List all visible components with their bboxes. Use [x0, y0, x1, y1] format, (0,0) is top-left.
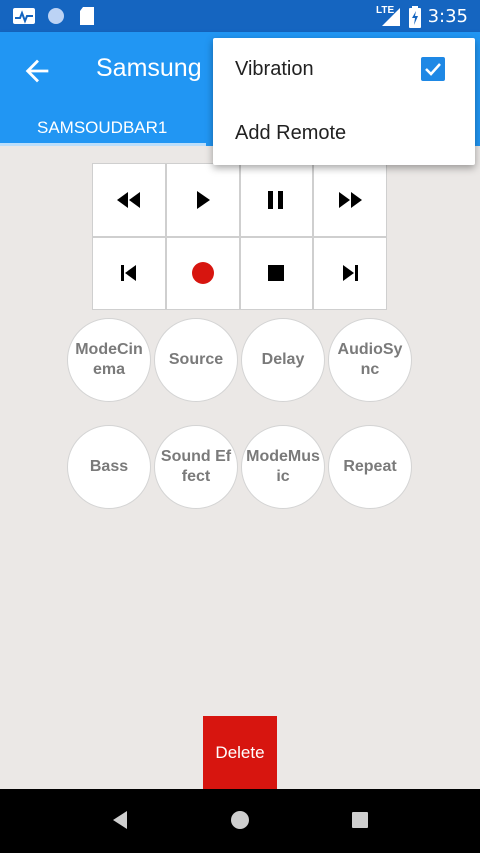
- menu-item-vibration[interactable]: Vibration: [213, 38, 475, 100]
- sd-card-icon: [80, 7, 94, 25]
- audio-sync-button[interactable]: AudioSync: [328, 318, 412, 402]
- pause-button[interactable]: [240, 164, 313, 236]
- stop-icon: [268, 265, 285, 282]
- mode-cinema-button[interactable]: ModeCinema: [67, 318, 151, 402]
- battery-charging-icon: [409, 6, 421, 28]
- menu-item-add-remote[interactable]: Add Remote: [213, 102, 475, 164]
- tab-label: SAMSOUDBAR1: [37, 118, 168, 137]
- repeat-button[interactable]: Repeat: [328, 425, 412, 509]
- home-nav-icon[interactable]: [229, 809, 251, 831]
- sound-effect-button[interactable]: Sound Effect: [154, 425, 238, 509]
- vibration-checkbox[interactable]: [421, 57, 445, 81]
- fast-forward-button[interactable]: [314, 164, 386, 236]
- mode-music-button[interactable]: ModeMusic: [241, 425, 325, 509]
- overflow-menu: Vibration Add Remote: [213, 38, 475, 165]
- skip-previous-icon: [120, 265, 136, 282]
- circle-icon: [48, 8, 64, 24]
- skip-previous-button[interactable]: [93, 237, 165, 309]
- back-nav-icon[interactable]: [110, 809, 130, 831]
- fast-forward-icon: [339, 191, 363, 208]
- tab-indicator: [0, 143, 206, 146]
- play-icon: [196, 190, 210, 209]
- record-icon: [191, 262, 214, 285]
- page-title: Samsung: [96, 54, 202, 82]
- pause-icon: [268, 190, 284, 209]
- stop-button[interactable]: [240, 237, 313, 309]
- signal-icon: [382, 8, 400, 26]
- menu-item-label: Vibration: [235, 58, 314, 80]
- arrow-back-icon[interactable]: [20, 54, 54, 88]
- status-bar: LTE 3:35: [0, 0, 480, 32]
- play-button[interactable]: [166, 164, 239, 236]
- record-button[interactable]: [166, 237, 239, 309]
- navigation-bar: [0, 789, 480, 853]
- source-button[interactable]: Source: [154, 318, 238, 402]
- rewind-button[interactable]: [93, 164, 165, 236]
- clock: 3:35: [427, 6, 468, 27]
- skip-next-icon: [343, 265, 359, 282]
- delete-button[interactable]: Delete: [203, 716, 277, 790]
- transport-controls: [92, 163, 387, 310]
- skip-next-button[interactable]: [314, 237, 386, 309]
- delay-button[interactable]: Delay: [241, 318, 325, 402]
- activity-icon: [13, 8, 35, 24]
- tab-samsoudbar1[interactable]: SAMSOUDBAR1: [0, 108, 206, 146]
- recents-nav-icon[interactable]: [350, 809, 370, 831]
- bass-button[interactable]: Bass: [67, 425, 151, 509]
- check-icon: [425, 63, 441, 76]
- menu-item-label: Add Remote: [235, 122, 347, 144]
- rewind-icon: [116, 191, 140, 208]
